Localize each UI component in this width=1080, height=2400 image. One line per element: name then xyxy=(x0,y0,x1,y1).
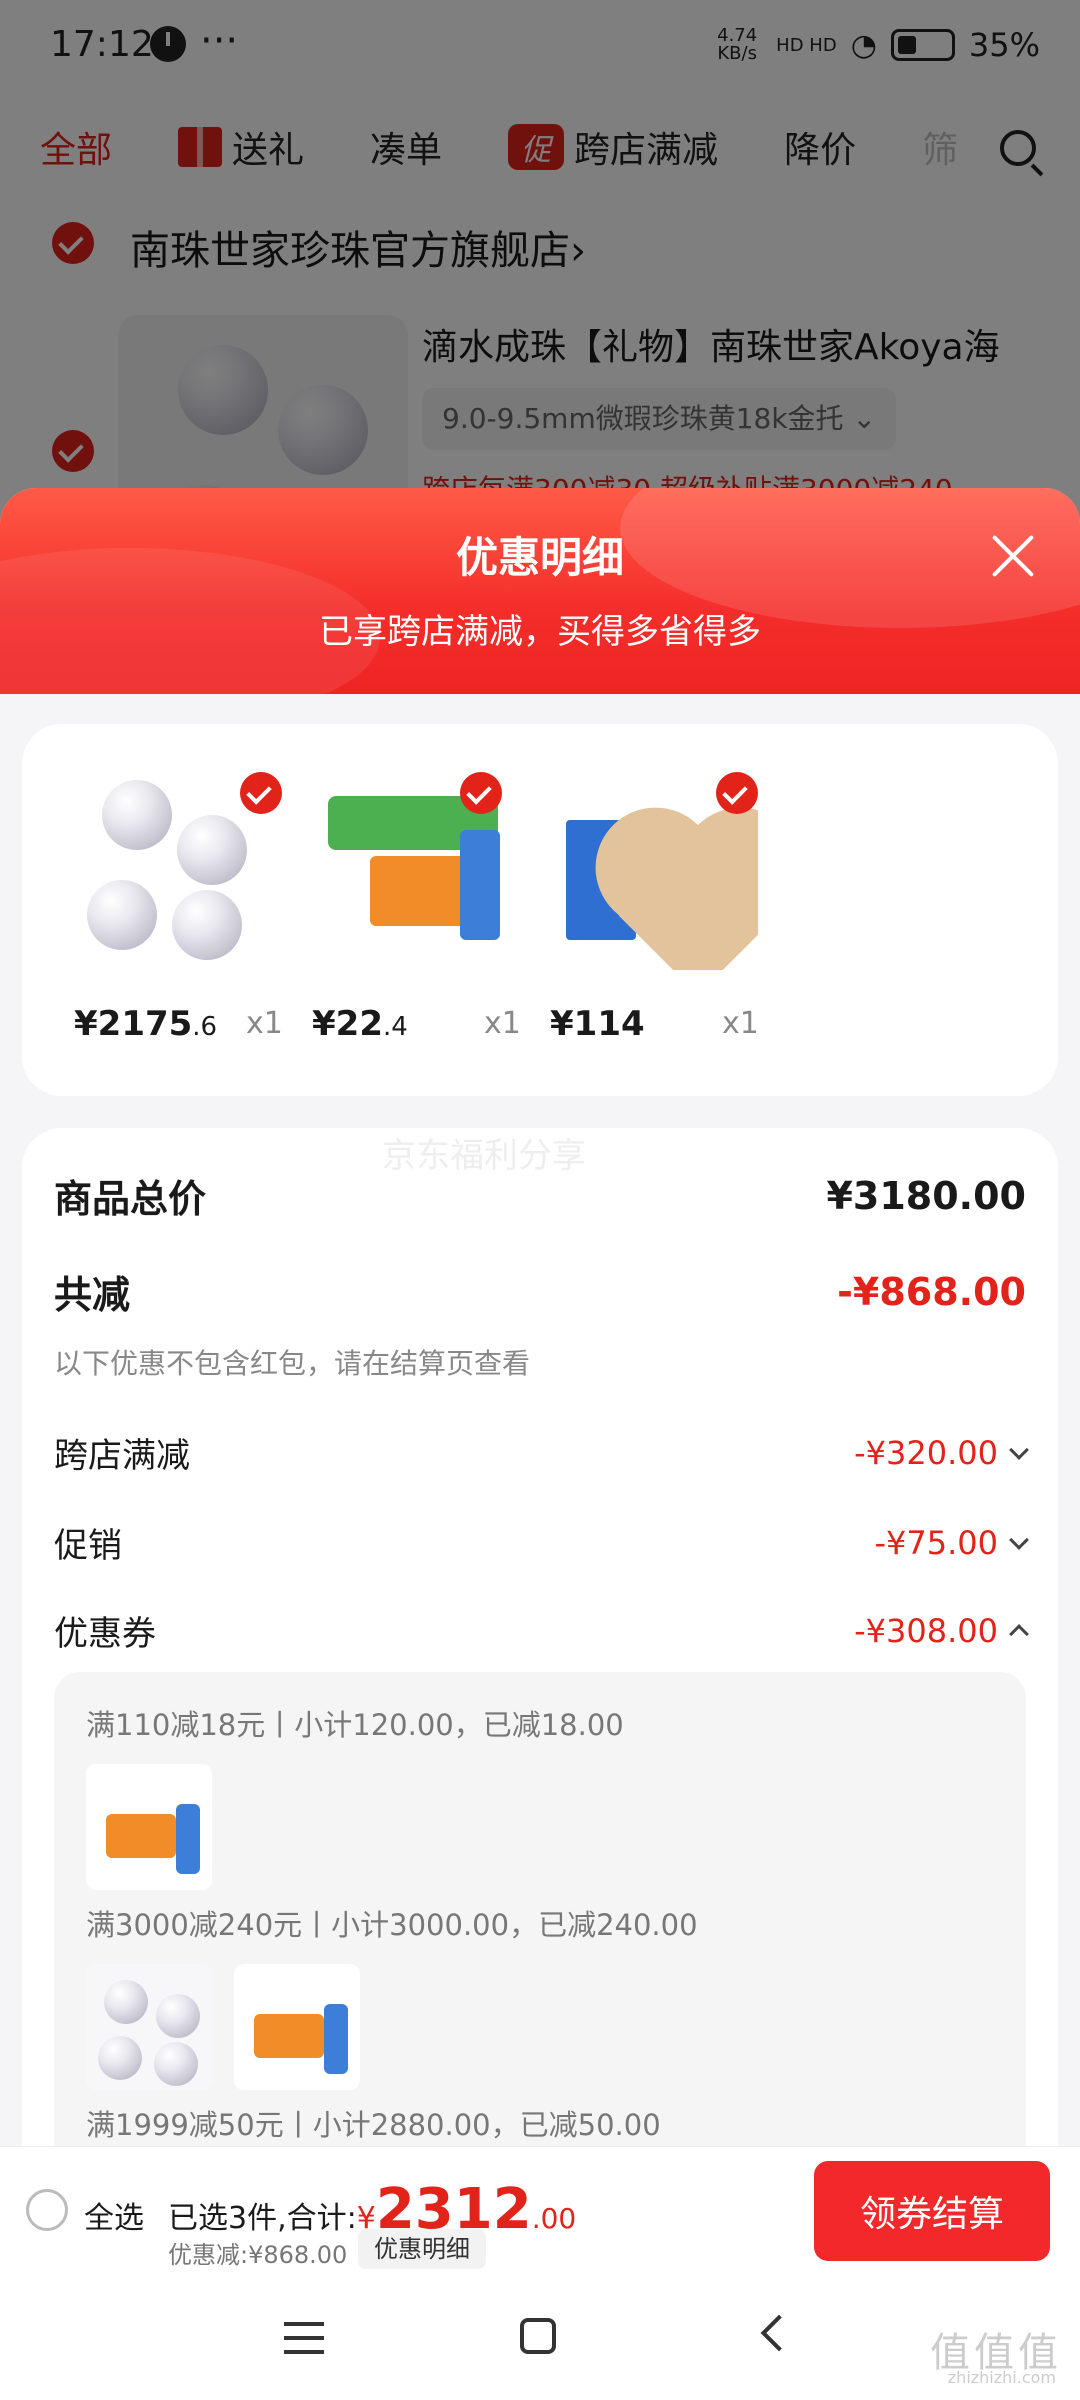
coupon-item-thumb xyxy=(86,1764,212,1890)
total-reduce-value: -¥868.00 xyxy=(837,1269,1026,1314)
back-icon[interactable] xyxy=(760,2314,798,2352)
discount-detail-button[interactable]: 优惠明细 xyxy=(358,2229,486,2269)
coupon-line: 满3000减240元丨小计3000.00，已减240.00 xyxy=(86,1908,698,1942)
sheet-header: 优惠明细 已享跨店满减，买得多省得多 xyxy=(0,488,1080,694)
discount-amount: 优惠减:¥868.00 xyxy=(168,2241,348,2269)
chevron-up-icon xyxy=(1009,1623,1029,1644)
chevron-down-icon xyxy=(1009,1439,1029,1460)
coupon-label: 优惠券 xyxy=(54,1614,156,1654)
promotion-value: -¥75.00 xyxy=(874,1523,998,1562)
menu-icon[interactable] xyxy=(284,2322,324,2354)
item-price: ¥22.4 xyxy=(312,1004,408,1044)
selected-items-card: ¥2175.6 x1 ¥22.4 x1 ¥114 x1 xyxy=(22,724,1058,1096)
cross-store-value: -¥320.00 xyxy=(854,1433,998,1472)
discount-detail-sheet: 优惠明细 已享跨店满减，买得多省得多 ¥2175.6 x1 ¥22.4 x1 ¥… xyxy=(0,488,1080,2400)
total-reduce-row: 共减 -¥868.00 xyxy=(54,1264,1026,1319)
item-price: ¥114 xyxy=(550,1004,645,1044)
promotion-row[interactable]: 促销 -¥75.00 xyxy=(54,1518,1029,1567)
coupon-row[interactable]: 优惠券 -¥308.00 xyxy=(54,1606,1029,1655)
coupon-item-thumb xyxy=(234,1964,360,2090)
item-price: ¥2175.6 xyxy=(74,1004,218,1044)
item-check-icon[interactable] xyxy=(716,772,758,814)
coupon-value: -¥308.00 xyxy=(854,1611,998,1650)
coupon-line: 满110减18元丨小计120.00，已减18.00 xyxy=(86,1708,624,1742)
total-price-label: 商品总价 xyxy=(54,1177,207,1221)
item-check-icon[interactable] xyxy=(240,772,282,814)
coupon-item-thumb xyxy=(86,1964,212,2090)
total-price-row: 商品总价 ¥3180.00 xyxy=(54,1168,1026,1223)
item-check-icon[interactable] xyxy=(460,772,502,814)
home-icon[interactable] xyxy=(520,2318,556,2354)
cross-store-label: 跨店满减 xyxy=(54,1436,190,1476)
select-all-radio[interactable] xyxy=(26,2189,68,2231)
total-reduce-label: 共减 xyxy=(54,1273,131,1317)
item-qty: x1 xyxy=(484,1006,521,1041)
item-qty: x1 xyxy=(722,1006,759,1041)
checkout-button[interactable]: 领券结算 xyxy=(814,2161,1050,2261)
item-qty: x1 xyxy=(246,1006,283,1041)
sheet-subtitle: 已享跨店满减，买得多省得多 xyxy=(319,612,761,652)
cross-store-row[interactable]: 跨店满减 -¥320.00 xyxy=(54,1428,1029,1477)
close-icon[interactable] xyxy=(990,532,1036,578)
sheet-title: 优惠明细 xyxy=(455,533,624,582)
select-all-label[interactable]: 全选 xyxy=(84,2193,144,2237)
redpacket-note: 以下优惠不包含红包，请在结算页查看 xyxy=(54,1347,531,1380)
total-price-value: ¥3180.00 xyxy=(826,1173,1026,1218)
coupon-line: 满1999减50元丨小计2880.00，已减50.00 xyxy=(86,2108,661,2142)
promotion-label: 促销 xyxy=(54,1526,122,1566)
system-nav-bar: 值值值 zhizhizhi.com xyxy=(0,2276,1080,2400)
checkout-bar: 全选 已选3件,合计:¥2312.00 优惠减:¥868.00 优惠明细 领券结… xyxy=(0,2146,1080,2276)
chevron-down-icon xyxy=(1009,1529,1029,1550)
site-watermark-url: zhizhizhi.com xyxy=(947,2368,1056,2387)
